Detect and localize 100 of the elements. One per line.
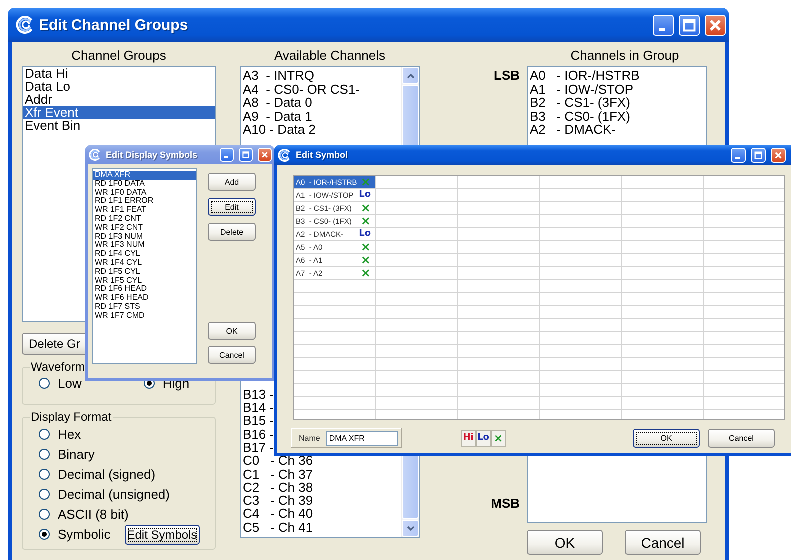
close-icon [774, 150, 783, 160]
radio-button[interactable] [39, 509, 50, 520]
radio-label: Symbolic [58, 527, 111, 542]
cancel-button[interactable]: Cancel [625, 530, 701, 555]
list-item[interactable]: A8 - Data 0 [241, 96, 401, 110]
list-item[interactable]: C1 - Ch 37 [241, 468, 401, 481]
radio-label: Low [58, 376, 82, 391]
list-item[interactable]: Data Lo [23, 80, 215, 93]
state-mark: Lo [359, 230, 371, 238]
list-item[interactable]: Event Bin [23, 119, 215, 132]
list-item[interactable]: A0 - IOR-/HSTRB [528, 69, 706, 83]
radio-label: Decimal (signed) [58, 467, 156, 482]
window-title: Edit Symbol [296, 150, 350, 160]
column-heading: Channels in Group [570, 48, 680, 65]
ok-button[interactable]: OK [527, 530, 603, 555]
group-label: Display Format [30, 410, 113, 424]
radio-button[interactable] [39, 429, 50, 440]
list-item[interactable]: A2 - DMACK- [528, 123, 706, 137]
list-item[interactable]: C0 - Ch 36 [241, 454, 401, 468]
lsb-label: LSB [494, 68, 520, 83]
state-button[interactable]: Hi [461, 430, 476, 446]
close-button[interactable] [258, 148, 272, 162]
list-item[interactable]: WR 1F0 DATA [93, 188, 196, 198]
list-item[interactable]: B3 - CS0- (1FX) [528, 110, 706, 124]
list-item[interactable]: WR 1F1 FEAT [93, 206, 196, 215]
column-heading: Channel Groups [72, 48, 166, 65]
list-item[interactable]: Addr [23, 93, 215, 106]
list-item[interactable]: C4 - Ch 40 [241, 507, 401, 521]
window-title: Edit Channel Groups [39, 16, 190, 34]
radio-button[interactable] [39, 378, 50, 389]
list-item[interactable]: RD 1F3 NUM [93, 232, 196, 242]
list-item[interactable]: Xfr Event [23, 106, 215, 119]
list-item[interactable]: RD 1F7 STS [93, 302, 196, 312]
radio-button[interactable] [39, 529, 50, 540]
close-button[interactable] [705, 14, 726, 36]
list-item[interactable]: A10 - Data 2 [241, 123, 401, 137]
ok-button[interactable]: OK [208, 322, 256, 340]
maximize-icon [682, 18, 697, 32]
group-label: Waveform [30, 360, 86, 374]
list-item[interactable]: B2 - CS1- (3FX) [528, 96, 706, 110]
maximize-button[interactable] [679, 14, 700, 36]
msb-label: MSB [491, 496, 520, 511]
list-item[interactable]: WR 1F3 NUM [93, 241, 196, 250]
list-item[interactable]: WR 1F7 CMD [93, 312, 196, 321]
app-logo-icon [16, 16, 34, 34]
list-item[interactable]: A1 - IOW-/STOP [528, 82, 706, 96]
close-icon [261, 150, 269, 158]
state-mark: × [360, 176, 371, 188]
list-item[interactable]: WR 1F2 CNT [93, 224, 196, 233]
minimize-icon [224, 156, 228, 158]
radio-button[interactable] [39, 469, 50, 480]
list-item[interactable]: A9 - Data 1 [241, 110, 401, 124]
radio-label: Hex [58, 427, 82, 442]
ok-button[interactable]: OK [633, 428, 700, 448]
state-mark: × [360, 267, 371, 279]
symbol-action-button[interactable]: Delete [208, 223, 256, 241]
minimize-button[interactable] [653, 14, 674, 36]
list-item[interactable]: C2 - Ch 38 [241, 480, 401, 494]
state-mark: × [360, 254, 371, 266]
app-logo-icon [278, 148, 291, 162]
maximize-button[interactable] [239, 148, 253, 162]
state-mark: × [360, 202, 371, 214]
radio-button[interactable] [39, 449, 50, 460]
radio-label: Binary [58, 447, 95, 462]
name-label: Name [299, 434, 320, 442]
list-item[interactable]: C5 - Ch 41 [241, 520, 401, 534]
list-item[interactable]: RD 1F4 CYL [93, 250, 196, 259]
minimize-button[interactable] [731, 148, 746, 162]
list-item[interactable]: RD 1F2 CNT [93, 214, 196, 224]
state-mark: × [360, 215, 371, 227]
name-field[interactable]: DMA XFR [326, 430, 398, 446]
symbol-action-button[interactable]: Edit [208, 198, 256, 216]
minimize-button[interactable] [220, 148, 234, 162]
close-button[interactable] [771, 148, 786, 162]
state-mark: Lo [359, 190, 371, 200]
radio-label: Decimal (unsigned) [58, 487, 170, 502]
list-item[interactable]: RD 1F0 DATA [93, 180, 196, 189]
symbol-action-button[interactable]: Add [208, 173, 256, 191]
cancel-button[interactable]: Cancel [708, 428, 775, 448]
list-item[interactable]: Data Hi [23, 67, 215, 80]
minimize-icon [734, 156, 740, 158]
list-item[interactable]: A3 - INTRQ [241, 69, 401, 83]
radio-button[interactable] [39, 489, 50, 500]
list-item[interactable]: WR 1F4 CYL [93, 258, 196, 268]
state-mark: × [360, 241, 371, 253]
list-item[interactable]: C3 - Ch 39 [241, 494, 401, 508]
list-item[interactable]: RD 1F5 CYL [93, 268, 196, 277]
state-button[interactable]: Lo [476, 430, 491, 446]
list-item[interactable]: RD 1F6 HEAD [93, 285, 196, 294]
minimize-icon [658, 28, 664, 30]
radio-label: ASCII (8 bit) [58, 507, 129, 522]
list-item[interactable]: A4 - CS0- OR CS1- [241, 82, 401, 96]
list-item[interactable]: RD 1F1 ERROR [93, 197, 196, 206]
column-heading: Available Channels [274, 48, 386, 65]
cancel-button[interactable]: Cancel [208, 346, 256, 364]
list-item[interactable]: WR 1F6 HEAD [93, 294, 196, 303]
maximize-button[interactable] [751, 148, 766, 162]
list-item[interactable]: DMA XFR [93, 171, 196, 180]
list-item[interactable]: WR 1F5 CYL [93, 276, 196, 286]
window-title: Edit Display Symbols [106, 150, 199, 160]
